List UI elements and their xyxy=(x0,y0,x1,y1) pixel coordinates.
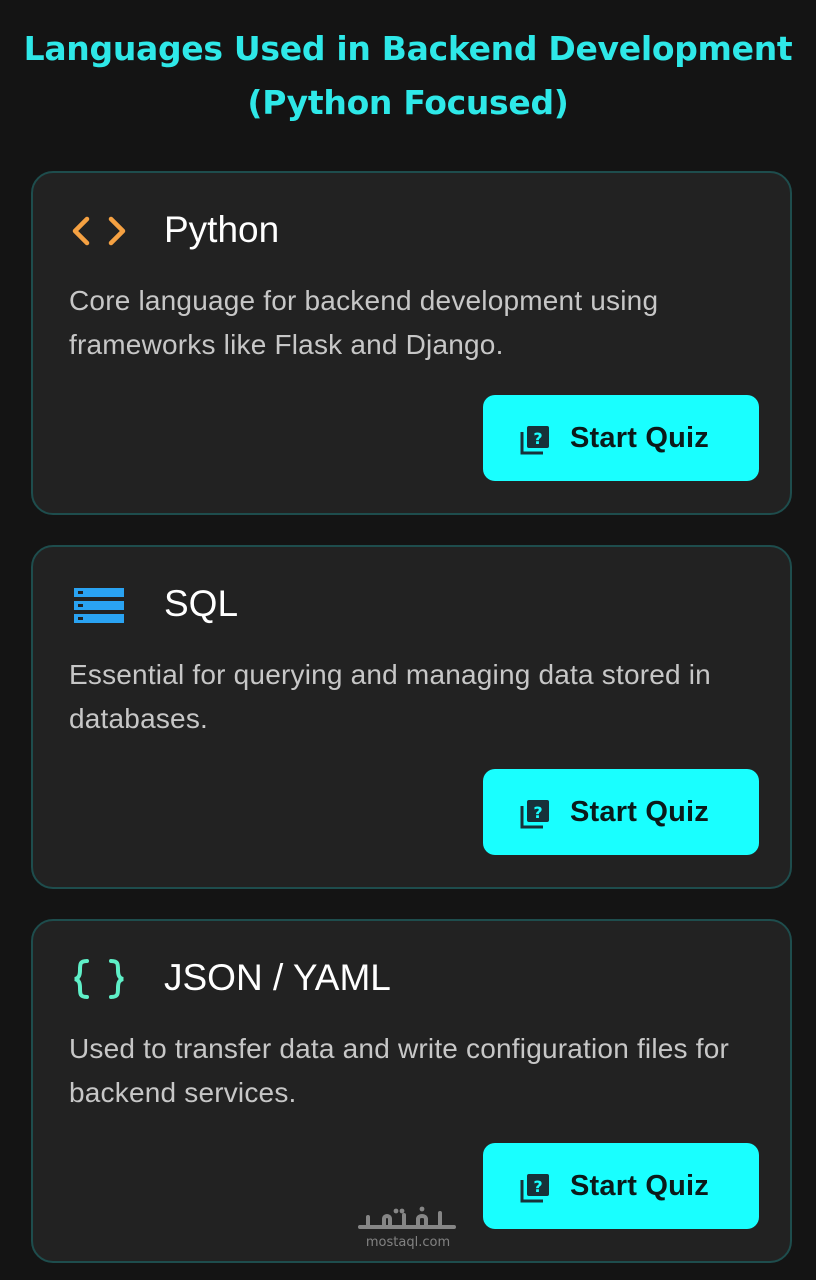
start-quiz-label: Start Quiz xyxy=(570,1170,709,1202)
card-description: Used to transfer data and write configur… xyxy=(69,1033,730,1108)
mostaql-watermark: mostaql.com xyxy=(352,1205,464,1251)
quiz-icon: ? xyxy=(520,426,549,455)
code-brackets-icon xyxy=(72,216,126,246)
mostaql-logo-icon xyxy=(358,1206,456,1229)
start-quiz-label: Start Quiz xyxy=(570,796,709,828)
quiz-icon: ? xyxy=(520,1174,549,1203)
svg-text:?: ? xyxy=(533,803,542,822)
page-title: Languages Used in Backend Development (P… xyxy=(23,29,793,122)
database-icon xyxy=(74,588,124,623)
curly-braces-icon xyxy=(74,959,124,999)
watermark-domain: mostaql.com xyxy=(365,1235,451,1250)
start-quiz-label: Start Quiz xyxy=(570,422,709,454)
card-title: Python xyxy=(164,209,280,250)
svg-text:?: ? xyxy=(533,1177,542,1196)
svg-text:?: ? xyxy=(533,429,542,448)
quiz-icon: ? xyxy=(520,800,549,829)
card-title: SQL xyxy=(164,583,239,624)
card-description: Core language for backend development us… xyxy=(69,285,659,360)
language-card-sql: SQL Essential for querying and managing … xyxy=(31,545,792,889)
card-description: Essential for querying and managing data… xyxy=(69,659,711,734)
card-title: JSON / YAML xyxy=(164,957,391,998)
start-quiz-button[interactable]: ? Start Quiz xyxy=(483,395,759,481)
start-quiz-button[interactable]: ? Start Quiz xyxy=(483,1143,759,1229)
start-quiz-button[interactable]: ? Start Quiz xyxy=(483,769,759,855)
language-card-python: Python Core language for backend develop… xyxy=(31,171,792,515)
